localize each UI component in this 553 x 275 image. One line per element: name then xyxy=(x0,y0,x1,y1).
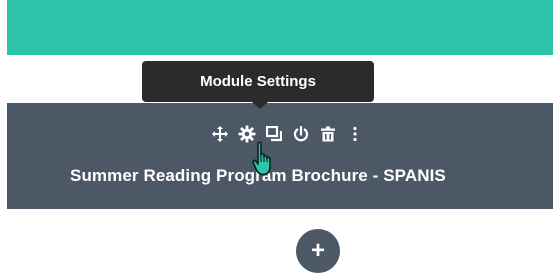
move-icon xyxy=(211,126,228,142)
more-vertical-icon xyxy=(352,126,357,142)
delete-button[interactable] xyxy=(314,121,341,147)
duplicate-icon xyxy=(265,126,282,142)
trash-icon xyxy=(320,126,335,142)
tooltip-text: Module Settings xyxy=(200,73,316,90)
hand-pointer-cursor-icon xyxy=(252,141,271,176)
add-module-button[interactable]: + xyxy=(296,229,340,273)
more-options-button[interactable] xyxy=(341,121,368,147)
power-icon xyxy=(293,126,308,142)
module-toolbar xyxy=(206,121,368,147)
text-module[interactable]: Summer Reading Program Brochure - SPANIS xyxy=(7,103,553,209)
save-to-library-button[interactable] xyxy=(287,121,314,147)
tooltip-arrow xyxy=(252,102,268,109)
module-settings-tooltip: Module Settings xyxy=(142,61,374,102)
header-color-bar xyxy=(7,0,553,55)
move-button[interactable] xyxy=(206,121,233,147)
plus-icon: + xyxy=(310,237,325,264)
